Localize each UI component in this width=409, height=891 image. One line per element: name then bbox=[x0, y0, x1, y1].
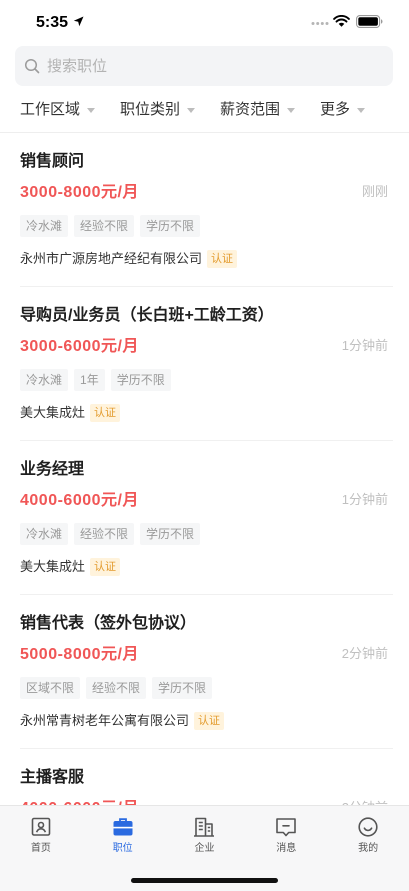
job-salary-row: 5000-8000元/月 2分钟前 bbox=[20, 644, 393, 666]
building-icon bbox=[194, 817, 215, 837]
profile-icon bbox=[358, 817, 378, 837]
filter-salary-range[interactable]: 薪资范围 bbox=[220, 100, 296, 120]
job-salary: 5000-8000元/月 bbox=[20, 646, 139, 663]
job-tags: 冷水滩 经验不限 学历不限 bbox=[20, 523, 393, 545]
company-name: 美大集成灶 bbox=[20, 405, 86, 420]
battery-icon bbox=[356, 15, 383, 28]
signal-dots-icon bbox=[311, 22, 329, 25]
job-title: 销售顾问 bbox=[20, 153, 85, 170]
company-name: 永州常青树老年公寓有限公司 bbox=[20, 713, 190, 728]
chevron-down-icon bbox=[87, 107, 96, 113]
job-company-row: 美大集成灶 认证 bbox=[20, 557, 393, 577]
briefcase-icon bbox=[113, 818, 133, 836]
job-card[interactable]: 业务经理 4000-6000元/月 1分钟前 冷水滩 经验不限 学历不限 美大集… bbox=[20, 441, 393, 595]
tab-label: 我的 bbox=[358, 843, 379, 854]
filter-label: 薪资范围 bbox=[220, 101, 281, 118]
job-list-screen: 5:35 工作区域 bbox=[0, 0, 409, 891]
wifi-icon bbox=[333, 15, 350, 27]
company-name: 美大集成灶 bbox=[20, 559, 86, 574]
job-post-time: 2分钟前 bbox=[341, 646, 388, 661]
job-post-time: 刚刚 bbox=[361, 184, 388, 199]
job-post-time: 1分钟前 bbox=[341, 492, 388, 507]
tab-label: 企业 bbox=[194, 843, 215, 854]
job-tag-location: 冷水滩 bbox=[20, 215, 69, 237]
job-tag-education: 学历不限 bbox=[140, 215, 201, 237]
home-icon bbox=[31, 817, 51, 836]
filter-label: 工作区域 bbox=[20, 101, 81, 118]
verified-badge: 认证 bbox=[207, 250, 238, 268]
filter-bar: 工作区域 职位类别 薪资范围 更多 bbox=[0, 94, 409, 133]
job-list[interactable]: 销售顾问 3000-8000元/月 刚刚 冷水滩 经验不限 学历不限 永州市广源… bbox=[0, 133, 409, 891]
job-company-row: 永州常青树老年公寓有限公司 认证 bbox=[20, 711, 393, 731]
search-icon bbox=[24, 58, 40, 74]
chevron-down-icon bbox=[357, 107, 366, 113]
status-bar: 5:35 bbox=[0, 0, 409, 46]
filter-label: 职位类别 bbox=[120, 101, 181, 118]
job-salary: 3000-6000元/月 bbox=[20, 338, 139, 355]
job-title: 导购员/业务员（长白班+工龄工资） bbox=[20, 307, 274, 324]
job-salary-row: 3000-6000元/月 1分钟前 bbox=[20, 336, 393, 358]
job-company-row: 永州市广源房地产经纪有限公司 认证 bbox=[20, 249, 393, 269]
tab-label: 职位 bbox=[112, 843, 133, 854]
chevron-down-icon bbox=[287, 107, 296, 113]
filter-label: 更多 bbox=[320, 101, 351, 118]
job-tag-location: 冷水滩 bbox=[20, 369, 69, 391]
job-tag-location: 区域不限 bbox=[20, 677, 81, 699]
verified-badge: 认证 bbox=[90, 558, 121, 576]
tab-label: 首页 bbox=[30, 843, 51, 854]
job-tags: 区域不限 经验不限 学历不限 bbox=[20, 677, 393, 699]
job-post-time: 1分钟前 bbox=[341, 338, 388, 353]
job-tags: 冷水滩 经验不限 学历不限 bbox=[20, 215, 393, 237]
search-bar[interactable] bbox=[15, 46, 393, 86]
tab-home[interactable]: 首页 bbox=[0, 806, 82, 891]
verified-badge: 认证 bbox=[194, 712, 225, 730]
job-company-row: 美大集成灶 认证 bbox=[20, 403, 393, 423]
status-time: 5:35 bbox=[36, 14, 69, 31]
job-card[interactable]: 销售代表（签外包协议） 5000-8000元/月 2分钟前 区域不限 经验不限 … bbox=[20, 595, 393, 749]
job-salary: 3000-8000元/月 bbox=[20, 184, 139, 201]
job-tag-experience: 经验不限 bbox=[74, 523, 135, 545]
location-arrow-icon bbox=[73, 16, 84, 27]
job-salary-row: 3000-8000元/月 刚刚 bbox=[20, 182, 393, 204]
tab-label: 消息 bbox=[276, 843, 297, 854]
job-card[interactable]: 销售顾问 3000-8000元/月 刚刚 冷水滩 经验不限 学历不限 永州市广源… bbox=[20, 133, 393, 287]
filter-work-area[interactable]: 工作区域 bbox=[20, 100, 96, 120]
job-tag-education: 学历不限 bbox=[110, 369, 171, 391]
job-tag-experience: 经验不限 bbox=[86, 677, 147, 699]
verified-badge: 认证 bbox=[90, 404, 121, 422]
job-tag-education: 学历不限 bbox=[140, 523, 201, 545]
message-icon bbox=[276, 818, 297, 837]
job-card[interactable]: 导购员/业务员（长白班+工龄工资） 3000-6000元/月 1分钟前 冷水滩 … bbox=[20, 287, 393, 441]
job-salary-row: 4000-6000元/月 1分钟前 bbox=[20, 490, 393, 512]
job-tag-experience: 1年 bbox=[74, 369, 105, 391]
search-input[interactable] bbox=[47, 46, 377, 86]
job-tags: 冷水滩 1年 学历不限 bbox=[20, 369, 393, 391]
company-name: 永州市广源房地产经纪有限公司 bbox=[20, 251, 203, 266]
filter-job-category[interactable]: 职位类别 bbox=[120, 100, 196, 120]
tab-profile[interactable]: 我的 bbox=[327, 806, 409, 891]
home-indicator bbox=[131, 878, 278, 883]
job-title: 主播客服 bbox=[20, 769, 85, 786]
job-title: 业务经理 bbox=[20, 461, 85, 478]
job-tag-experience: 经验不限 bbox=[74, 215, 135, 237]
job-title: 销售代表（签外包协议） bbox=[20, 615, 197, 632]
job-tag-education: 学历不限 bbox=[152, 677, 213, 699]
filter-more[interactable]: 更多 bbox=[320, 100, 366, 120]
chevron-down-icon bbox=[187, 107, 196, 113]
job-salary: 4000-6000元/月 bbox=[20, 492, 139, 509]
job-tag-location: 冷水滩 bbox=[20, 523, 69, 545]
